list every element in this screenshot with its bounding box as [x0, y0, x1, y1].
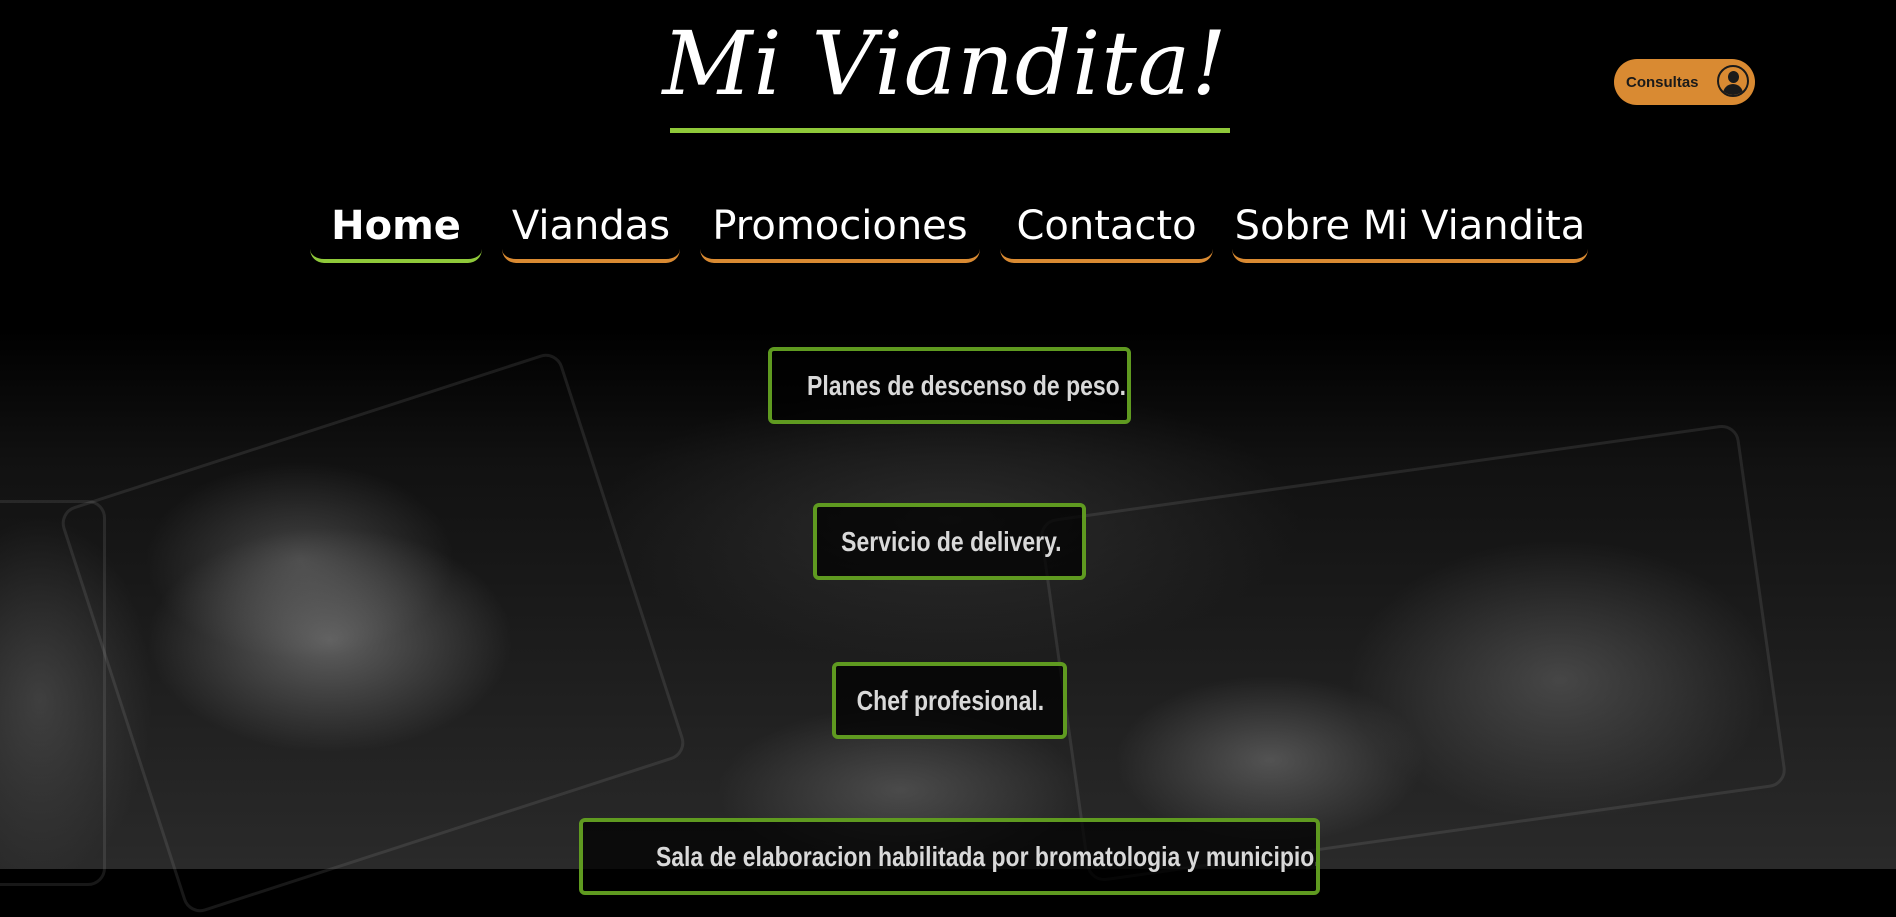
feature-text: Planes de descenso de peso.	[807, 370, 1127, 401]
logo-underline	[670, 128, 1230, 133]
feature-box: Chef profesional.	[832, 662, 1067, 739]
food-tray-shape	[1037, 422, 1789, 884]
nav-item-promociones[interactable]: Promociones	[700, 193, 980, 263]
nav-item-viandas[interactable]: Viandas	[502, 193, 680, 263]
nav-item-home[interactable]: Home	[310, 193, 482, 263]
nav-item-contacto[interactable]: Contacto	[1000, 193, 1213, 263]
feature-text: Servicio de delivery.	[841, 526, 1062, 557]
feature-box: Sala de elaboracion habilitada por broma…	[579, 818, 1320, 895]
main-nav: Home Viandas Promociones Contacto Sobre …	[0, 193, 1896, 267]
site-logo[interactable]: Mi Viandita!	[660, 8, 1230, 120]
feature-text: Sala de elaboracion habilitada por broma…	[655, 841, 1320, 872]
feature-text: Chef profesional.	[856, 685, 1045, 716]
feature-box: Planes de descenso de peso.	[768, 347, 1131, 424]
feature-box: Servicio de delivery.	[813, 503, 1086, 580]
consultas-label: Consultas	[1626, 73, 1699, 91]
consultas-button[interactable]: Consultas	[1614, 59, 1755, 105]
user-icon	[1717, 65, 1749, 97]
food-tray-shape	[0, 500, 106, 886]
nav-item-sobre-mi-viandita[interactable]: Sobre Mi Viandita	[1232, 193, 1588, 263]
